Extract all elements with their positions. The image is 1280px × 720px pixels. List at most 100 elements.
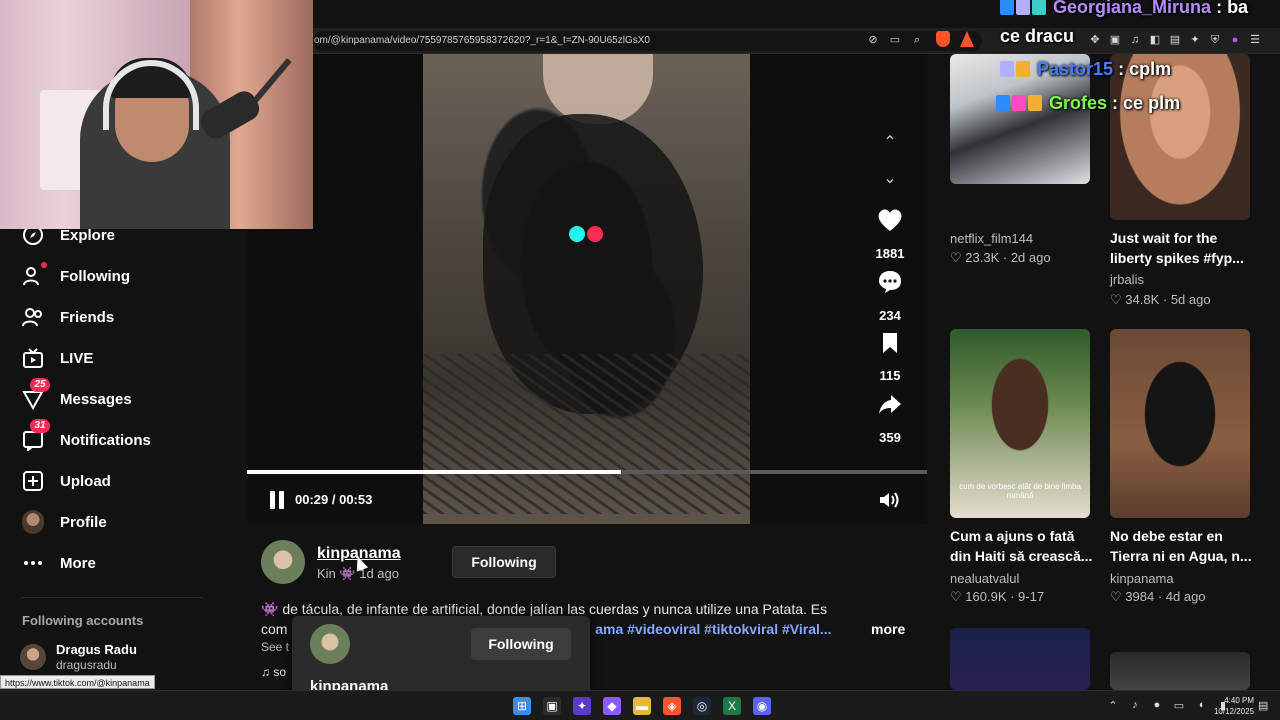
thumbnail-time: 2d ago [1010, 250, 1051, 265]
sidebar-divider [22, 597, 202, 598]
task-view-icon[interactable]: ▣ [543, 697, 561, 715]
video-thumbnail[interactable]: cum de vorbesc atât de bine limba română [950, 329, 1090, 518]
sidebar-item-more[interactable]: More [22, 549, 96, 577]
chat-text: cplm [1129, 59, 1172, 79]
share-action[interactable]: 359 [872, 393, 908, 445]
thumbnail-time: 5d ago [1170, 292, 1211, 307]
network-icon[interactable]: ▭ [1172, 699, 1186, 712]
avatar [20, 643, 46, 670]
sidebar-item-label: Friends [60, 308, 115, 326]
sound-link[interactable]: ♫ so [261, 665, 286, 679]
video-frame[interactable] [423, 54, 750, 524]
chat-badge-icon [1012, 95, 1026, 111]
hover-following-button[interactable]: Following [471, 628, 571, 660]
thumbnail-stats: ♡ 3984 · 4d ago [1110, 589, 1206, 604]
discord-icon[interactable]: ◉ [753, 697, 771, 715]
wallet-icon[interactable]: ▤ [1168, 33, 1182, 47]
chat-text: ba [1227, 0, 1249, 17]
live-icon [22, 347, 44, 369]
thumbnail-likes: 160.9K [965, 589, 1007, 604]
windows-start-icon[interactable]: ⊞ [513, 697, 531, 715]
tray-chevron-up-icon[interactable]: ⌃ [1106, 699, 1120, 712]
sidebar-toggle-icon[interactable]: ◧ [1148, 33, 1162, 47]
thumbnail-user[interactable]: kinpanama [1110, 571, 1174, 586]
messages-icon: 25 [22, 378, 50, 410]
video-thumbnail[interactable] [950, 628, 1090, 690]
chat-message: Pastor15 : cplm [1000, 59, 1171, 80]
cast-icon[interactable]: ▭ [888, 33, 902, 47]
next-video-chevron-down-icon[interactable]: ⌄ [880, 171, 900, 187]
thumbnail-time: 4d ago [1165, 589, 1206, 604]
more-link[interactable]: more [871, 621, 905, 637]
microphone-tray-icon[interactable]: ● [1150, 699, 1164, 712]
video-thumbnail[interactable] [1110, 652, 1250, 690]
author-nickname: Kin [317, 566, 336, 581]
thumbnail-caption[interactable]: Cum a ajuns o fată din Haiti să crească.… [950, 526, 1095, 566]
notification-center-icon[interactable]: ▤ [1258, 699, 1268, 712]
chat-username: Georgiana_Miruna [1053, 0, 1212, 17]
thumbnail-user[interactable]: jrbalis [1110, 272, 1144, 287]
upload-icon [22, 470, 44, 492]
sidebar-item-upload[interactable]: Upload [22, 467, 111, 495]
file-explorer-icon[interactable]: ▬ [633, 697, 651, 715]
sidebar-item-following[interactable]: Following [22, 262, 130, 290]
see-translation-link[interactable]: See t [261, 640, 289, 654]
thumbnail-caption[interactable]: No debe estar en Tierra ni en Agua, n... [1110, 526, 1255, 566]
extensions-icon[interactable]: ✥ [1088, 33, 1102, 47]
avatar [22, 510, 44, 534]
like-count: 1881 [875, 246, 905, 261]
thumbnail-likes: 23.3K [965, 250, 1000, 265]
avatar[interactable] [310, 624, 350, 664]
like-action[interactable]: 1881 [872, 207, 908, 261]
sidebar-item-friends[interactable]: Friends [22, 303, 114, 331]
leo-icon[interactable]: ● [1228, 33, 1242, 47]
speaker-icon[interactable]: ♪ [1128, 699, 1142, 712]
sidebar-item-notifications[interactable]: 31 Notifications [22, 419, 151, 454]
previous-video-chevron-up-icon[interactable]: ⌃ [880, 135, 900, 151]
sidebar-item-live[interactable]: LIVE [22, 344, 93, 372]
sidebar-item-messages[interactable]: 25 Messages [22, 378, 132, 413]
thumbnail-overlay-text: cum de vorbesc atât de bine limba română [959, 482, 1081, 500]
brave-shields-icon[interactable] [936, 31, 950, 47]
chat-message: Grofes : ce plm [996, 93, 1180, 114]
thumbnail-user[interactable]: nealuatvalul [950, 571, 1019, 586]
volume-icon[interactable] [878, 490, 902, 510]
excel-icon[interactable]: X [723, 697, 741, 715]
description-line-1: de tácula, de infante de artificial, don… [282, 601, 828, 617]
taskbar-apps: ⊞ ▣ ✦ ◆ ▬ ◈ ◎ X ◉ [513, 697, 771, 715]
ai-icon[interactable]: ✦ [1188, 33, 1202, 47]
no-translate-icon[interactable]: ⊘ [866, 33, 880, 47]
brave-browser-icon[interactable]: ◈ [663, 697, 681, 715]
sidebar-item-profile[interactable]: Profile [22, 508, 107, 536]
chat-message: ce dracu [1000, 26, 1074, 47]
chat-separator: : [1211, 0, 1228, 17]
bookmark-action[interactable]: 115 [872, 331, 908, 383]
pause-button[interactable] [268, 491, 286, 509]
thumbnail-caption[interactable]: Just wait for the liberty spikes #fyp... [1110, 228, 1255, 268]
comment-action[interactable]: 234 [872, 269, 908, 323]
menu-icon[interactable]: ☰ [1248, 33, 1262, 47]
chat-username: Pastor15 [1037, 59, 1114, 79]
following-button[interactable]: Following [452, 546, 556, 578]
vpn-icon[interactable]: ⛨ [1208, 33, 1222, 47]
steam-icon[interactable]: ◎ [693, 697, 711, 715]
thumbnail-user[interactable]: netflix_film144 [950, 231, 1033, 246]
pause-icon-bar [279, 491, 284, 509]
hashtag-links[interactable]: ama #videoviral #tiktokviral #Viral... [595, 621, 831, 637]
teams-icon[interactable]: ◆ [603, 697, 621, 715]
video-progress-bar[interactable] [247, 470, 927, 474]
reader-icon[interactable]: ▣ [1108, 33, 1122, 47]
thumbnail-stats: ♡ 160.9K · 9-17 [950, 589, 1045, 604]
video-thumbnail[interactable] [1110, 329, 1250, 518]
following-account-item[interactable]: Dragus Radu dragusradu [20, 641, 137, 672]
thumbnail-time: 9-17 [1018, 589, 1045, 604]
chat-badge-icon [1000, 0, 1014, 15]
account-username: dragusradu [56, 658, 117, 672]
author-avatar[interactable] [261, 540, 305, 584]
copilot-icon[interactable]: ✦ [573, 697, 591, 715]
volume-tray-icon[interactable]: ◖ [1194, 699, 1208, 712]
new-indicator-dot [41, 262, 47, 268]
music-icon[interactable]: ♫ [1128, 33, 1142, 47]
zoom-icon[interactable]: ⌕ [910, 33, 924, 47]
taskbar-clock[interactable]: 4:40 PM 10/12/2025 [1208, 695, 1254, 717]
